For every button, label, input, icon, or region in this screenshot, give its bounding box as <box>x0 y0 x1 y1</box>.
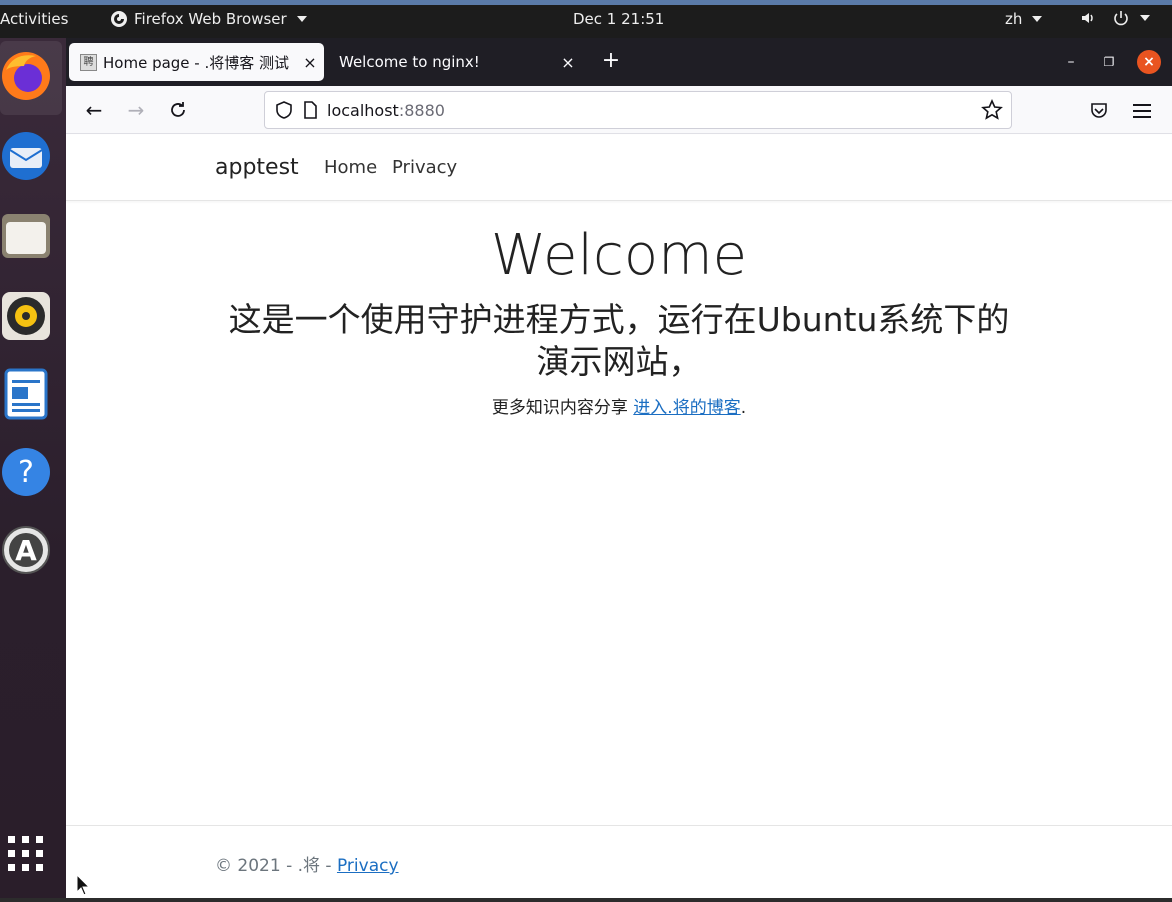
page-favicon-icon: 聘 <box>80 53 97 71</box>
chevron-down-icon <box>296 16 307 22</box>
language-button[interactable]: zh <box>1005 10 1043 28</box>
nav-home-link[interactable]: Home <box>324 157 377 178</box>
hamburger-icon <box>1133 104 1151 118</box>
show-apps-icon[interactable] <box>6 834 46 874</box>
back-button[interactable]: ← <box>79 96 109 126</box>
app-menu-label: Firefox Web Browser <box>134 10 287 28</box>
forward-button[interactable]: → <box>121 96 151 126</box>
help-icon[interactable]: ? <box>0 446 52 498</box>
activities-label: Activities <box>0 10 69 28</box>
firefox-icon[interactable] <box>0 50 52 102</box>
clock-button[interactable]: Dec 1 21:51 <box>573 10 664 28</box>
firefox-small-icon <box>111 11 127 27</box>
site-footer: © 2021 - .将 - Privacy <box>66 825 1172 898</box>
language-label: zh <box>1005 10 1023 28</box>
activities-button[interactable]: Activities <box>0 10 68 28</box>
web-page: apptest Home Privacy Welcome 这是一个使用守护进程方… <box>66 135 1172 898</box>
tab-bar: 聘 Home page - .将博客 测试 × Welcome to nginx… <box>66 38 1172 86</box>
svg-text:?: ? <box>18 455 34 490</box>
dock: ? A <box>0 38 66 898</box>
rhythmbox-icon[interactable] <box>0 290 52 342</box>
pocket-icon <box>1091 103 1107 118</box>
navigation-toolbar: ← → localhost:8880 <box>66 86 1172 134</box>
tab-home-page[interactable]: 聘 Home page - .将博客 测试 × <box>69 43 324 81</box>
more-info-prefix: 更多知识内容分享 <box>491 398 634 418</box>
site-header: apptest Home Privacy <box>66 135 1172 201</box>
firefox-window: 聘 Home page - .将博客 测试 × Welcome to nginx… <box>66 38 1172 898</box>
gnome-top-bar: Activities Firefox Web Browser Dec 1 21:… <box>0 0 1172 38</box>
footer-copyright: © 2021 - .将 - <box>215 856 337 876</box>
close-tab-icon[interactable]: × <box>300 53 320 72</box>
files-icon[interactable] <box>0 210 52 262</box>
close-window-button[interactable]: × <box>1137 50 1161 74</box>
thunderbird-icon[interactable] <box>0 130 52 182</box>
pocket-button[interactable] <box>1084 96 1114 126</box>
chevron-down-icon <box>1032 16 1043 22</box>
more-info-suffix: . <box>740 398 747 418</box>
blog-link[interactable]: 进入.将的博客 <box>633 398 740 418</box>
clock-label: Dec 1 21:51 <box>573 10 665 28</box>
svg-text:A: A <box>15 534 37 567</box>
reload-icon <box>171 102 185 117</box>
mouse-pointer-icon <box>76 874 90 896</box>
tab-title: Home page - .将博客 测试 <box>103 53 290 72</box>
close-tab-icon[interactable]: × <box>558 53 578 72</box>
url-host: localhost <box>327 100 399 120</box>
volume-icon <box>1082 13 1093 23</box>
tab-nginx[interactable]: Welcome to nginx! × <box>326 43 590 81</box>
bookmark-star-icon[interactable] <box>981 99 1003 121</box>
app-menu-button[interactable]: Firefox Web Browser <box>110 10 307 28</box>
new-tab-button[interactable]: + <box>596 47 626 77</box>
page-description: 这是一个使用守护进程方式，运行在Ubuntu系统下的演示网站， <box>228 300 1010 381</box>
page-info-icon[interactable] <box>301 101 319 119</box>
tab-title: Welcome to nginx! <box>339 53 480 71</box>
url-port: :8880 <box>398 100 445 120</box>
site-brand[interactable]: apptest <box>215 155 299 180</box>
url-bar[interactable]: localhost:8880 <box>264 91 1012 129</box>
shield-icon[interactable] <box>275 101 293 119</box>
more-info-line: 更多知识内容分享 进入.将的博客. <box>66 393 1172 418</box>
nav-privacy-link[interactable]: Privacy <box>392 157 457 178</box>
footer-text: © 2021 - .将 - Privacy <box>215 851 399 876</box>
power-icon <box>1114 11 1128 26</box>
page-heading: Welcome <box>490 223 748 288</box>
system-menu-button[interactable] <box>1080 10 1150 26</box>
reload-button[interactable] <box>163 96 193 126</box>
writer-icon[interactable] <box>0 368 52 420</box>
software-icon[interactable]: A <box>0 524 52 576</box>
chevron-down-icon <box>1140 15 1150 21</box>
footer-privacy-link[interactable]: Privacy <box>337 856 399 876</box>
minimize-button[interactable]: – <box>1059 50 1083 74</box>
restore-button[interactable]: ❐ <box>1097 50 1121 74</box>
menu-button[interactable] <box>1127 96 1157 126</box>
